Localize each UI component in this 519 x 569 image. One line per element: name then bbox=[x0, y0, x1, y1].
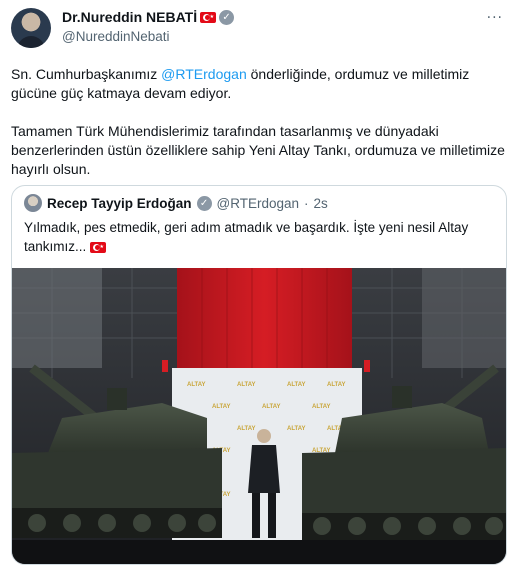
quoted-tweet-text: Yılmadık, pes etmedik, geri adım atmadık… bbox=[24, 218, 494, 256]
quoted-tweet-header: Recep Tayyip Erdoğan ✓ @RTErdogan · 2s bbox=[24, 194, 328, 212]
tweet-media-image[interactable]: ALTAY ALTAY ALTAY ALTAY ALTAY ALTAY ALTA… bbox=[12, 268, 506, 564]
mention-link[interactable]: @RTErdogan bbox=[161, 66, 247, 82]
quoted-author-name: Recep Tayyip Erdoğan bbox=[47, 195, 192, 211]
tweet-paragraph-1: Sn. Cumhurbaşkanımız @RTErdogan önderliğ… bbox=[11, 65, 511, 103]
svg-text:ALTAY: ALTAY bbox=[262, 404, 281, 410]
author-avatar[interactable] bbox=[11, 8, 51, 48]
more-options-icon[interactable]: ··· bbox=[487, 10, 503, 26]
svg-text:ALTAY: ALTAY bbox=[287, 382, 306, 388]
tweet-paragraph-2: Tamamen Türk Mühendislerimiz tarafından … bbox=[11, 123, 505, 177]
quoted-author-avatar bbox=[24, 194, 42, 212]
tweet-text: Sn. Cumhurbaşkanımız @RTErdogan önderliğ… bbox=[11, 65, 511, 179]
author-handle[interactable]: @NureddinNebati bbox=[62, 29, 170, 44]
tweet-text-part: Sn. Cumhurbaşkanımız bbox=[11, 66, 162, 82]
quoted-timestamp: 2s bbox=[313, 195, 328, 211]
quoted-author-handle: @RTErdogan bbox=[216, 195, 300, 211]
turkey-flag-icon: ★ bbox=[90, 241, 107, 253]
author-name[interactable]: Dr.Nureddin NEBATİ bbox=[62, 9, 197, 25]
separator-dot: · bbox=[304, 195, 309, 211]
svg-text:ALTAY: ALTAY bbox=[287, 426, 306, 432]
author-name-line: Dr.Nureddin NEBATİ ★ ✓ bbox=[62, 9, 235, 25]
svg-text:ALTAY: ALTAY bbox=[237, 426, 256, 432]
svg-text:ALTAY: ALTAY bbox=[327, 382, 346, 388]
turkey-flag-icon: ★ bbox=[200, 11, 217, 23]
verified-badge-icon: ✓ bbox=[219, 9, 235, 25]
svg-text:ALTAY: ALTAY bbox=[212, 404, 231, 410]
svg-text:ALTAY: ALTAY bbox=[237, 382, 256, 388]
tweet-card: Dr.Nureddin NEBATİ ★ ✓ @NureddinNebati ·… bbox=[0, 0, 519, 569]
svg-text:ALTAY: ALTAY bbox=[312, 404, 331, 410]
verified-badge-icon: ✓ bbox=[196, 195, 212, 211]
tank-unveiling-photo: ALTAY ALTAY ALTAY ALTAY ALTAY ALTAY ALTA… bbox=[12, 268, 506, 564]
svg-text:ALTAY: ALTAY bbox=[187, 382, 206, 388]
quoted-tweet[interactable]: Recep Tayyip Erdoğan ✓ @RTErdogan · 2s Y… bbox=[11, 185, 507, 565]
